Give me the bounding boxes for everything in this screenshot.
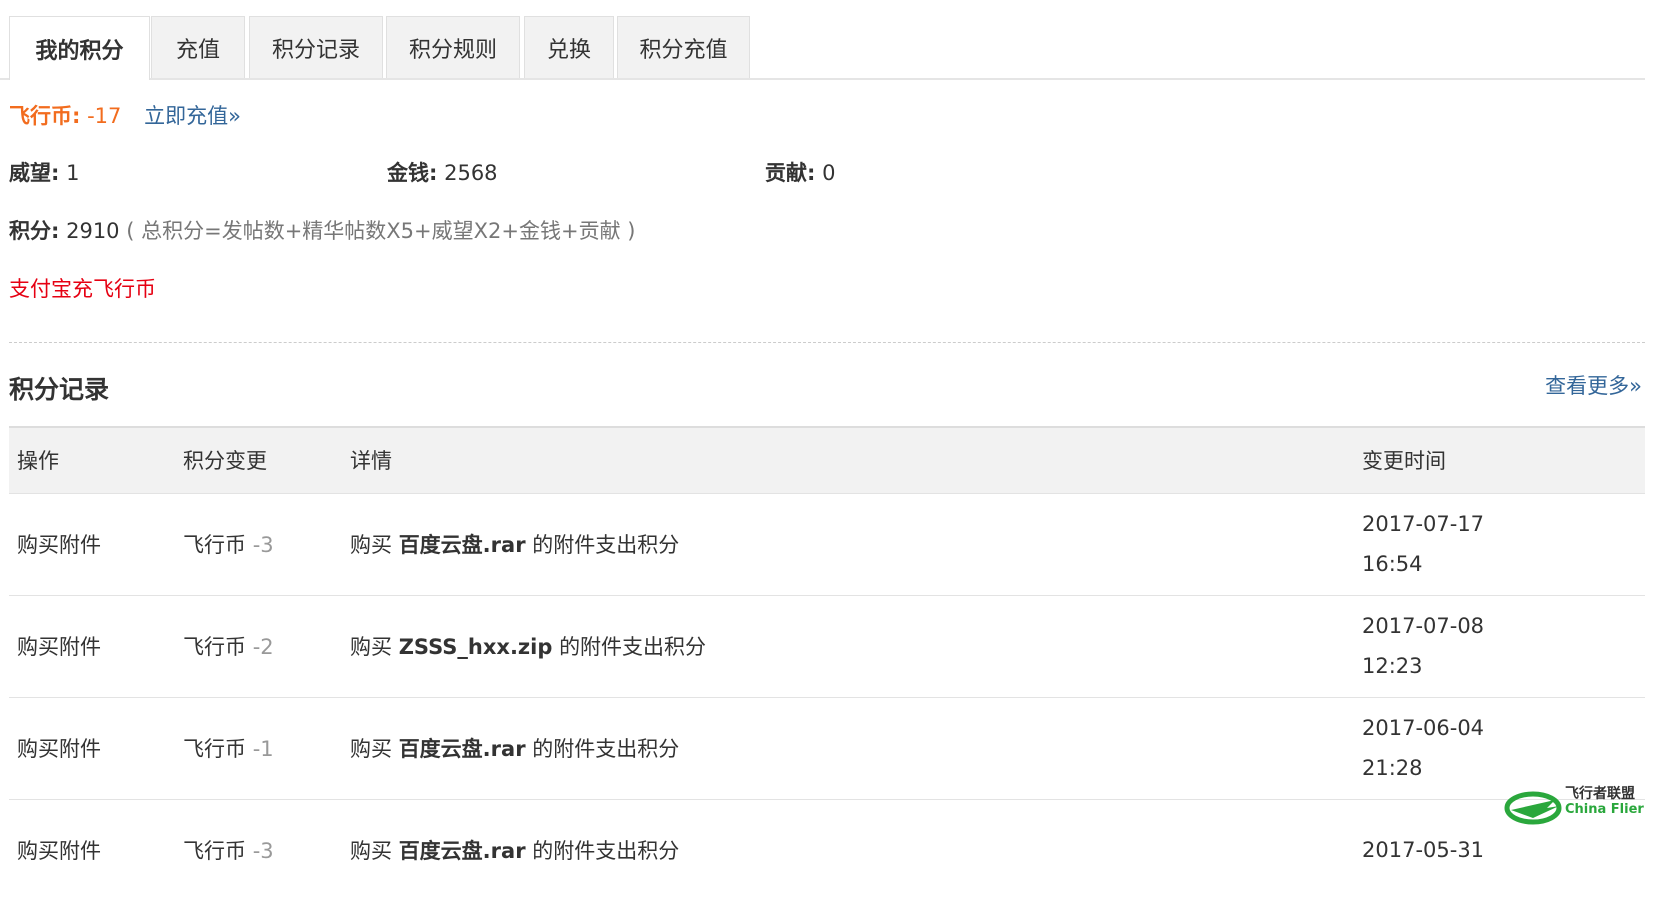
table-row: 购买附件 飞行币 -1 购买 百度云盘.rar 的附件支出积分 2017-06-… <box>9 697 1645 799</box>
header-action: 操作 <box>17 449 59 474</box>
row-detail: 购买 百度云盘.rar 的附件支出积分 <box>342 799 1354 901</box>
header-detail: 详情 <box>350 449 392 474</box>
contribution-label: 贡献: <box>765 161 816 185</box>
row-action: 购买附件 <box>17 533 101 557</box>
table-row: 购买附件 飞行币 -2 购买 ZSSS_hxx.zip 的附件支出积分 2017… <box>9 595 1645 697</box>
row-change: 飞行币 -3 <box>175 799 342 901</box>
row-detail-prefix: 购买 <box>350 533 392 557</box>
table-row: 购买附件 飞行币 -3 购买 百度云盘.rar 的附件支出积分 2017-07-… <box>9 493 1645 595</box>
row-clock: 16:54 <box>1362 552 1423 576</box>
tab-points-rules[interactable]: 积分规则 <box>386 16 520 78</box>
watermark-en: China Flier <box>1565 802 1644 817</box>
row-detail-prefix: 购买 <box>350 635 392 659</box>
view-more-link[interactable]: 查看更多» <box>1545 370 1642 400</box>
row-detail-suffix: 的附件支出积分 <box>559 635 707 659</box>
records-table: 操作 积分变更 详情 变更时间 购买附件 飞行币 -3 购买 百度云盘.rar … <box>9 426 1645 901</box>
tab-my-points[interactable]: 我的积分 <box>9 16 150 80</box>
row-change-value: -3 <box>252 533 274 557</box>
watermark-text: 飞行者联盟 China Flier <box>1565 786 1644 818</box>
row-date: 2017-05-31 <box>1362 838 1485 863</box>
alipay-recharge-link[interactable]: 支付宝充飞行币 <box>9 277 156 301</box>
tab-points-recharge[interactable]: 积分充值 <box>617 16 750 78</box>
watermark-cn: 飞行者联盟 <box>1565 786 1635 802</box>
alipay-line: 支付宝充飞行币 <box>9 273 156 303</box>
row-currency: 飞行币 <box>183 839 246 864</box>
row-currency: 飞行币 <box>183 533 246 557</box>
row-date: 2017-07-17 <box>1362 512 1485 536</box>
prestige-label: 威望: <box>9 161 60 185</box>
row-change: 飞行币 -1 <box>175 697 342 799</box>
money-value: 2568 <box>444 161 498 185</box>
coins-value: -17 <box>87 104 122 128</box>
recharge-now-link[interactable]: 立即充值» <box>144 104 241 128</box>
prestige-value: 1 <box>66 161 80 185</box>
row-change: 飞行币 -3 <box>175 493 342 595</box>
row-clock: 12:23 <box>1362 654 1423 678</box>
header-change: 积分变更 <box>183 449 267 474</box>
row-file-name[interactable]: 百度云盘.rar <box>399 839 526 863</box>
row-detail-prefix: 购买 <box>350 737 392 761</box>
money-label: 金钱: <box>387 161 438 185</box>
row-detail: 购买 ZSSS_hxx.zip 的附件支出积分 <box>342 595 1354 697</box>
row-detail-suffix: 的附件支出积分 <box>532 737 680 761</box>
coins-label: 飞行币: <box>9 104 81 128</box>
table-row: 购买附件 飞行币 -3 购买 百度云盘.rar 的附件支出积分 2017-05-… <box>9 799 1645 901</box>
row-change: 飞行币 -2 <box>175 595 342 697</box>
row-date: 2017-06-04 <box>1362 716 1485 740</box>
row-detail-prefix: 购买 <box>350 839 392 864</box>
row-detail: 购买 百度云盘.rar 的附件支出积分 <box>342 493 1354 595</box>
tab-exchange[interactable]: 兑换 <box>524 16 614 78</box>
contribution-stat: 贡献: 0 <box>765 157 835 187</box>
points-label: 积分: <box>9 219 60 243</box>
tab-recharge[interactable]: 充值 <box>151 16 245 78</box>
row-detail: 购买 百度云盘.rar 的附件支出积分 <box>342 697 1354 799</box>
row-detail-suffix: 的附件支出积分 <box>532 533 680 557</box>
tab-points-record[interactable]: 积分记录 <box>249 16 383 78</box>
table-header-row: 操作 积分变更 详情 变更时间 <box>9 427 1645 493</box>
row-action: 购买附件 <box>17 635 101 659</box>
row-file-name[interactable]: ZSSS_hxx.zip <box>399 635 553 659</box>
row-action: 购买附件 <box>17 737 101 761</box>
coins-line: 飞行币: -17 立即充值» <box>9 100 241 130</box>
row-file-name[interactable]: 百度云盘.rar <box>399 533 526 557</box>
points-formula: ( 总积分=发帖数+精华帖数X5+威望X2+金钱+贡献 ) <box>126 219 636 243</box>
row-action: 购买附件 <box>17 839 101 864</box>
row-change-value: -3 <box>252 839 274 864</box>
records-title: 积分记录 <box>9 375 110 404</box>
row-change-value: -2 <box>252 635 274 659</box>
row-date: 2017-07-08 <box>1362 614 1485 638</box>
row-time: 2017-07-17 16:54 <box>1354 493 1645 595</box>
row-change-value: -1 <box>252 737 274 761</box>
row-file-name[interactable]: 百度云盘.rar <box>399 737 526 761</box>
money-stat: 金钱: 2568 <box>387 157 498 187</box>
row-currency: 飞行币 <box>183 737 246 761</box>
prestige-stat: 威望: 1 <box>9 157 79 187</box>
header-time: 变更时间 <box>1362 449 1446 474</box>
row-currency: 飞行币 <box>183 635 246 659</box>
points-line: 积分: 2910 ( 总积分=发帖数+精华帖数X5+威望X2+金钱+贡献 ) <box>9 215 635 245</box>
contribution-value: 0 <box>822 161 836 185</box>
row-time: 2017-07-08 12:23 <box>1354 595 1645 697</box>
row-detail-suffix: 的附件支出积分 <box>532 839 680 864</box>
tab-bar: 我的积分 充值 积分记录 积分规则 兑换 积分充值 <box>0 16 1645 80</box>
points-value: 2910 <box>66 219 120 243</box>
divider <box>9 342 1645 343</box>
row-clock: 21:28 <box>1362 756 1423 780</box>
